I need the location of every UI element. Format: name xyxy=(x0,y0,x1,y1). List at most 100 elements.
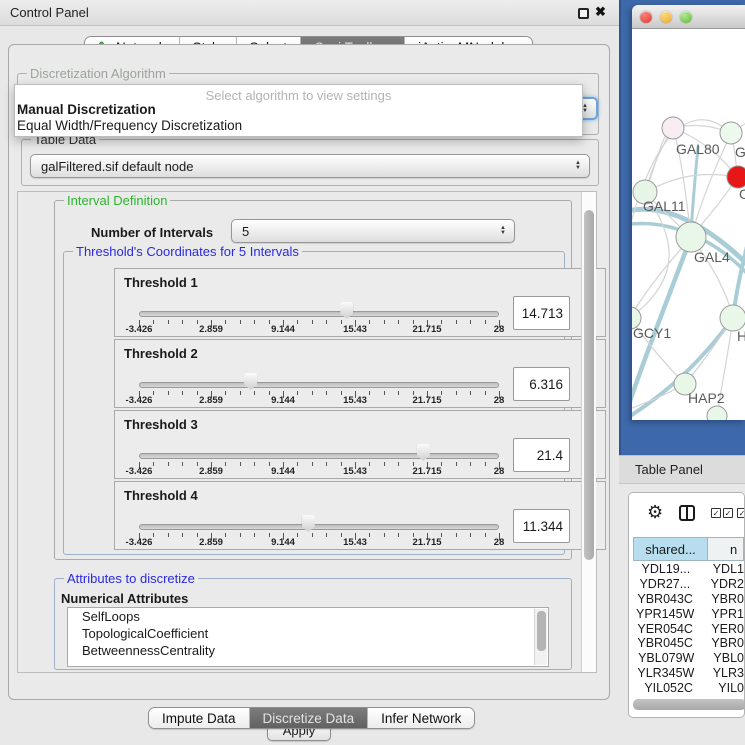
table-panel-card: ⚙ ✓ ✓ ✓ shared... n YDL19...YDL1YDR27...… xyxy=(628,492,745,718)
algorithm-option-manual-discretization[interactable]: Manual Discretization xyxy=(17,102,156,117)
cell-name: YBR0 xyxy=(697,636,744,650)
close-traffic-light-icon[interactable] xyxy=(640,11,652,23)
tick-mark xyxy=(384,533,385,537)
table-data-group: Table Data galFiltered.sif default node … xyxy=(21,139,599,186)
tick-mark xyxy=(240,462,241,466)
node-red[interactable] xyxy=(727,166,745,188)
network-canvas[interactable]: GAL80GACGAL11GAL4GCY1HHAP2 xyxy=(632,29,745,420)
table-row[interactable]: YDL19...YDL1 xyxy=(633,562,744,577)
tick-label: 15.43 xyxy=(343,537,367,548)
table-row[interactable]: YBR045CYBR0 xyxy=(633,636,744,651)
threshold-3-panel: Threshold 3-3.4262.8599.14415.4321.71528… xyxy=(114,410,606,479)
cell-name: YBR0 xyxy=(697,592,744,606)
table-toolbar: ⚙ ✓ ✓ ✓ xyxy=(629,493,744,535)
tick-mark xyxy=(398,462,399,466)
split-columns-icon[interactable] xyxy=(679,505,695,521)
tick-mark xyxy=(168,320,169,324)
threshold-1-value-field[interactable]: 14.713 xyxy=(513,296,570,330)
tick-mark xyxy=(312,533,313,537)
tab-impute-data[interactable]: Impute Data xyxy=(149,708,250,728)
gear-icon[interactable]: ⚙ xyxy=(647,502,663,523)
table-row[interactable]: YER054CYER0 xyxy=(633,621,744,636)
tick-label: 9.144 xyxy=(271,466,295,477)
cell-name: YDL1 xyxy=(699,562,744,576)
tick-label: -3.426 xyxy=(126,324,153,335)
table-row[interactable]: YIL052CYIL0 xyxy=(633,680,744,695)
number-of-intervals-combobox[interactable]: 5 ▲▼ xyxy=(231,219,515,243)
tick-mark xyxy=(398,391,399,395)
table-row[interactable]: YBR043CYBR0 xyxy=(633,592,744,607)
scrollbar-thumb[interactable] xyxy=(584,210,594,560)
table-row[interactable]: YDR27...YDR2 xyxy=(633,577,744,592)
node-label: GA xyxy=(735,144,745,160)
number-of-intervals-label: Number of Intervals xyxy=(91,225,213,240)
tick-mark xyxy=(153,533,154,537)
bottom-tab-bar: Impute DataDiscretize DataInfer Network xyxy=(148,707,475,729)
column-header-shared-name[interactable]: shared... xyxy=(633,537,708,561)
node-top-right[interactable] xyxy=(720,122,742,144)
attributes-list-scrollbar[interactable] xyxy=(534,609,547,665)
tick-mark xyxy=(182,320,183,324)
threshold-4-label: Threshold 4 xyxy=(124,488,198,503)
numerical-attributes-label: Numerical Attributes xyxy=(61,591,188,606)
combo-spinner-icon: ▲▼ xyxy=(575,161,581,171)
tick-label: 2.859 xyxy=(199,466,223,477)
threshold-2-slider-track[interactable] xyxy=(139,382,499,388)
cell-shared-name: YPR145W xyxy=(633,607,697,621)
tick-mark xyxy=(384,320,385,324)
algorithm-dropdown-popup: Select algorithm to view settings Manual… xyxy=(14,84,583,137)
node-bottom[interactable] xyxy=(707,406,727,420)
table-row[interactable]: YBL079WYBL0 xyxy=(633,651,744,666)
numerical-attributes-list[interactable]: SelfLoopsTopologicalCoefficientBetweenne… xyxy=(67,607,549,667)
zoom-traffic-light-icon[interactable] xyxy=(680,11,692,23)
attribute-item-selfloops[interactable]: SelfLoops xyxy=(68,608,548,625)
tick-mark xyxy=(182,533,183,537)
cell-shared-name: YDR27... xyxy=(633,577,697,591)
table-data-combo-value: galFiltered.sif default node xyxy=(41,159,193,174)
tab-discretize-data[interactable]: Discretize Data xyxy=(250,708,369,728)
threshold-3-value-field[interactable]: 21.4 xyxy=(513,438,570,472)
tick-mark xyxy=(168,533,169,537)
tick-mark xyxy=(197,391,198,395)
threshold-1-panel: Threshold 1-3.4262.8599.14415.4321.71528… xyxy=(114,268,606,337)
column-header-name[interactable]: n xyxy=(708,537,744,561)
table-data-combobox[interactable]: galFiltered.sif default node ▲▼ xyxy=(30,154,590,178)
attribute-item-topologicalcoefficient[interactable]: TopologicalCoefficient xyxy=(68,625,548,642)
tick-mark xyxy=(441,533,442,537)
discretization-algorithm-title: Discretization Algorithm xyxy=(27,66,169,81)
node-gal4[interactable] xyxy=(676,222,706,252)
tick-label: -3.426 xyxy=(126,537,153,548)
table-row[interactable]: YLR345WYLR3 xyxy=(633,666,744,681)
threshold-3-slider-track[interactable] xyxy=(139,453,499,459)
checkbox-icon[interactable]: ✓ xyxy=(737,508,745,518)
threshold-4-slider-track[interactable] xyxy=(139,524,499,530)
threshold-4-value-field[interactable]: 11.344 xyxy=(513,509,570,543)
tick-mark xyxy=(456,320,457,324)
attribute-item-betweennesscentrality[interactable]: BetweennessCentrality xyxy=(68,642,548,659)
minimize-traffic-light-icon[interactable] xyxy=(660,11,672,23)
cell-shared-name: YBR045C xyxy=(633,636,697,650)
float-window-icon[interactable] xyxy=(578,8,589,19)
checkbox-icon[interactable]: ✓ xyxy=(711,508,721,518)
table-row[interactable]: YPR145WYPR1 xyxy=(633,606,744,621)
tick-mark xyxy=(182,462,183,466)
table-horizontal-scrollbar[interactable] xyxy=(633,699,745,710)
threshold-1-slider-track[interactable] xyxy=(139,311,499,317)
algorithm-option-equal-width-frequency-discretization[interactable]: Equal Width/Frequency Discretization xyxy=(17,118,242,133)
threshold-2-value-field[interactable]: 6.316 xyxy=(513,367,570,401)
checkbox-icon[interactable]: ✓ xyxy=(723,508,733,518)
tick-mark xyxy=(341,533,342,537)
node-pink[interactable] xyxy=(662,117,684,139)
scrollbar-thumb[interactable] xyxy=(537,611,546,651)
interval-definition-group: Interval Definition Number of Intervals … xyxy=(54,200,572,560)
panel-vertical-scrollbar[interactable] xyxy=(581,192,596,672)
table-header-row: shared... n xyxy=(633,537,744,561)
cell-name: YPR1 xyxy=(697,607,744,621)
tick-label: 15.43 xyxy=(343,324,367,335)
tab-infer-network[interactable]: Infer Network xyxy=(368,708,474,728)
tick-mark xyxy=(225,320,226,324)
tick-mark xyxy=(269,533,270,537)
close-icon[interactable]: ✖ xyxy=(595,4,606,20)
cell-name: YIL0 xyxy=(704,681,744,695)
tick-mark xyxy=(197,533,198,537)
